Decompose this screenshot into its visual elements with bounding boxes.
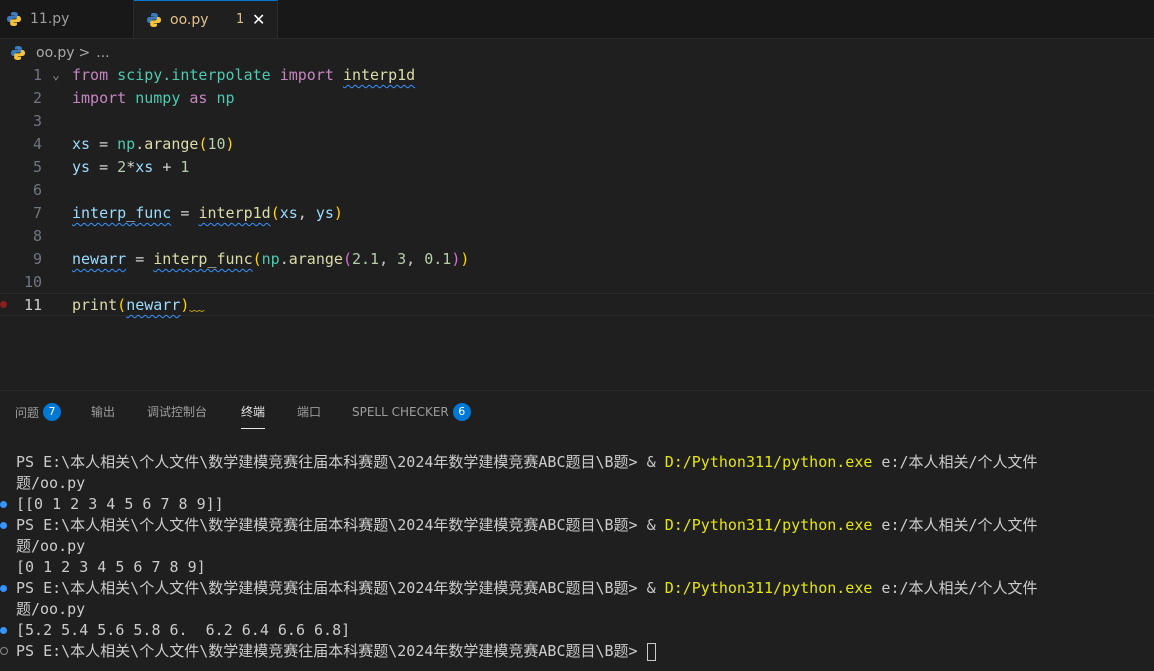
- problems-count-badge: 7: [43, 403, 62, 421]
- tab-label: 调试控制台: [147, 405, 208, 419]
- fold-chevron-icon[interactable]: ⌄: [52, 64, 60, 87]
- tab-label: 11.py: [30, 11, 70, 27]
- line-number: 10: [23, 273, 42, 291]
- terminal-command-line: PS E:\本人相关\个人文件\数学建模竞赛往届本科赛题\2024年数学建模竞赛…: [16, 578, 1038, 599]
- terminal[interactable]: PS E:\本人相关\个人文件\数学建模竞赛往届本科赛题\2024年数学建模竞赛…: [0, 450, 1154, 671]
- tab-terminal[interactable]: 终端: [241, 403, 266, 429]
- tab-11-py[interactable]: 11.py: [0, 0, 134, 38]
- tab-label: 问题: [15, 405, 40, 420]
- line-number: 6: [32, 181, 42, 199]
- line-number: 8: [32, 227, 42, 245]
- terminal-prompt: PS E:\本人相关\个人文件\数学建模竞赛往届本科赛题\2024年数学建模竞赛…: [16, 642, 647, 660]
- terminal-amp: &: [646, 516, 665, 534]
- tab-label: 输出: [91, 405, 116, 419]
- editor-tab-bar: 11.py oo.py 1 ✕: [0, 0, 1154, 39]
- terminal-amp: &: [646, 579, 665, 597]
- code-text: import numpy as np: [72, 89, 235, 107]
- code-line: 7 interp_func = interp1d(xs, ys): [0, 202, 1154, 225]
- code-line: 9 newarr = interp_func(np.arange(2.1, 3,…: [0, 248, 1154, 271]
- code-text: interp_func = interp1d(xs, ys): [72, 204, 343, 222]
- tab-debug-console[interactable]: 调试控制台: [147, 403, 207, 420]
- command-success-icon[interactable]: [0, 627, 7, 634]
- line-number: 2: [32, 89, 42, 107]
- breadcrumb-file[interactable]: oo.py: [36, 45, 75, 61]
- tab-label: 终端: [241, 405, 266, 419]
- code-text: newarr = interp_func(np.arange(2.1, 3, 0…: [72, 250, 470, 268]
- terminal-wrapped-line: 题/oo.py: [16, 600, 86, 618]
- command-success-icon[interactable]: [0, 522, 7, 529]
- tab-oo-py[interactable]: oo.py 1 ✕: [134, 0, 278, 38]
- terminal-script-arg: e:/本人相关/个人文件: [872, 516, 1038, 534]
- problem-count-badge: 1: [236, 12, 245, 27]
- code-line: 1 ⌄ from scipy.interpolate import interp…: [0, 64, 1154, 87]
- close-icon[interactable]: ✕: [252, 10, 265, 29]
- chevron-right-icon: >: [78, 45, 91, 61]
- terminal-script-arg: e:/本人相关/个人文件: [872, 579, 1038, 597]
- breadcrumb-symbol[interactable]: ...: [96, 45, 109, 61]
- terminal-command-line: PS E:\本人相关\个人文件\数学建模竞赛往届本科赛题\2024年数学建模竞赛…: [16, 452, 1038, 473]
- code-line: 8: [0, 225, 1154, 248]
- code-line-current: 11 print(newarr)﹏: [0, 293, 1154, 316]
- terminal-script-arg: e:/本人相关/个人文件: [872, 453, 1038, 471]
- terminal-prompt: PS E:\本人相关\个人文件\数学建模竞赛往届本科赛题\2024年数学建模竞赛…: [16, 453, 647, 471]
- code-line: 3: [0, 110, 1154, 133]
- terminal-command-line: PS E:\本人相关\个人文件\数学建模竞赛往届本科赛题\2024年数学建模竞赛…: [16, 515, 1038, 536]
- terminal-output-line: [0 1 2 3 4 5 6 7 8 9]: [16, 558, 206, 576]
- line-number: 11: [23, 296, 42, 314]
- terminal-output-line: [5.2 5.4 5.6 5.8 6. 6.2 6.4 6.6 6.8]: [16, 621, 351, 639]
- tab-spell-checker[interactable]: SPELL CHECKER 6: [352, 403, 471, 421]
- command-pending-icon[interactable]: [0, 647, 8, 655]
- tab-output[interactable]: 输出: [91, 403, 115, 420]
- breadcrumb: oo.py > ...: [10, 42, 110, 64]
- code-line: 10: [0, 271, 1154, 294]
- warning-squiggle-icon: ﹏: [189, 296, 205, 314]
- terminal-prompt-line: PS E:\本人相关\个人文件\数学建模竞赛往届本科赛题\2024年数学建模竞赛…: [16, 641, 656, 662]
- terminal-prompt: PS E:\本人相关\个人文件\数学建模竞赛往届本科赛题\2024年数学建模竞赛…: [16, 579, 647, 597]
- python-file-icon: [11, 46, 25, 60]
- terminal-prompt: PS E:\本人相关\个人文件\数学建模竞赛往届本科赛题\2024年数学建模竞赛…: [16, 516, 647, 534]
- code-text: from scipy.interpolate import interp1d: [72, 66, 416, 84]
- code-line: 6: [0, 179, 1154, 202]
- line-number: 9: [32, 250, 42, 268]
- terminal-exe-path: D:/Python311/python.exe: [664, 453, 873, 471]
- code-text: ys = 2*xs + 1: [72, 158, 190, 176]
- line-number: 5: [32, 158, 42, 176]
- code-line: 2 import numpy as np: [0, 87, 1154, 110]
- code-editor[interactable]: 1 ⌄ from scipy.interpolate import interp…: [0, 64, 1154, 389]
- spell-checker-count-badge: 6: [452, 403, 471, 421]
- command-success-icon[interactable]: [0, 585, 7, 592]
- line-number: 1: [32, 66, 42, 84]
- tab-problems[interactable]: 问题 7: [15, 403, 62, 421]
- terminal-exe-path: D:/Python311/python.exe: [664, 516, 873, 534]
- terminal-output-line: [[0 1 2 3 4 5 6 7 8 9]]: [16, 495, 224, 513]
- command-success-icon[interactable]: [0, 501, 7, 508]
- line-number: 3: [32, 112, 42, 130]
- line-number: 7: [32, 204, 42, 222]
- code-line: 4 xs = np.arange(10): [0, 133, 1154, 156]
- terminal-exe-path: D:/Python311/python.exe: [664, 579, 873, 597]
- terminal-wrapped-line: 题/oo.py: [16, 537, 86, 555]
- python-file-icon: [7, 12, 21, 26]
- tab-ports[interactable]: 端口: [297, 403, 321, 420]
- line-number: 4: [32, 135, 42, 153]
- panel-tab-bar: 问题 7 输出 调试控制台 终端 端口 SPELL CHECKER 6: [0, 390, 1154, 432]
- python-file-icon: [147, 12, 161, 27]
- tab-label: 端口: [297, 405, 322, 419]
- code-text: print(newarr)﹏: [72, 294, 205, 317]
- tab-label: oo.py: [170, 11, 209, 28]
- tab-label: SPELL CHECKER: [352, 405, 449, 419]
- code-line: 5 ys = 2*xs + 1: [0, 156, 1154, 179]
- terminal-cursor: [646, 642, 656, 661]
- terminal-wrapped-line: 题/oo.py: [16, 474, 86, 492]
- code-text: xs = np.arange(10): [72, 135, 235, 153]
- terminal-amp: &: [646, 453, 665, 471]
